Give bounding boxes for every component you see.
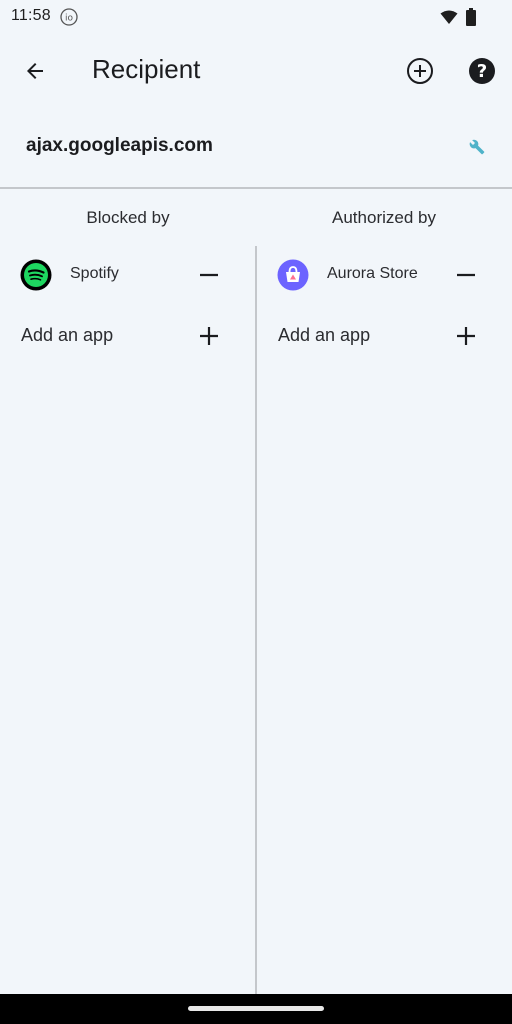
header-divider — [0, 187, 512, 189]
io-indicator-label: io — [65, 14, 74, 24]
authorized-add-icon-wrapper — [452, 322, 480, 350]
battery-icon — [466, 8, 476, 26]
authorized-add-app-label: Add an app — [278, 325, 371, 345]
authorized-add-app-button[interactable]: Add an app — [278, 312, 498, 360]
wifi-icon — [440, 10, 458, 24]
blocked-add-app-button[interactable]: Add an app — [21, 312, 241, 360]
remove-authorized-app-button[interactable] — [452, 261, 480, 289]
authorized-by-header: Authorized by — [332, 208, 436, 227]
remove-blocked-app-button[interactable] — [195, 261, 223, 289]
blocked-add-app-label: Add an app — [21, 325, 114, 345]
svg-text:?: ? — [477, 61, 487, 82]
arrow-back-icon — [27, 63, 43, 79]
recipient-screen: 11:58 io Recipient ? ajax.googleapis.com… — [0, 0, 512, 1024]
recipient-row: ajax.googleapis.com — [0, 120, 512, 176]
home-gesture-handle[interactable] — [188, 1006, 324, 1011]
minus-icon — [457, 273, 475, 277]
spotify-icon — [20, 259, 52, 291]
plus-icon — [200, 327, 218, 345]
blocked-add-icon-wrapper — [195, 322, 223, 350]
app-bar: Recipient ? — [0, 34, 512, 106]
blocked-by-header: Blocked by — [86, 208, 170, 227]
page-title: Recipient — [92, 54, 201, 84]
help-icon: ? — [469, 58, 495, 84]
minus-icon — [200, 273, 218, 277]
authorized-app-name: Aurora Store — [327, 265, 418, 282]
recipient-domain: ajax.googleapis.com — [26, 135, 213, 156]
help-button[interactable]: ? — [461, 50, 503, 92]
add-circle-icon — [407, 58, 433, 84]
add-recipient-button[interactable] — [399, 50, 441, 92]
recipient-settings-button[interactable] — [464, 134, 490, 160]
navigation-bar — [0, 994, 512, 1024]
io-indicator-icon: io — [60, 8, 78, 26]
aurora-store-icon — [277, 259, 309, 291]
authorized-app-row: Aurora Store — [277, 251, 497, 299]
blocked-app-row: Spotify — [20, 251, 240, 299]
plus-icon — [457, 327, 475, 345]
blocked-app-name: Spotify — [70, 265, 119, 282]
back-button[interactable] — [14, 50, 56, 92]
status-time: 11:58 — [11, 7, 51, 24]
column-separator — [255, 246, 257, 994]
status-bar: 11:58 io — [0, 0, 512, 34]
wrench-icon — [469, 139, 485, 155]
